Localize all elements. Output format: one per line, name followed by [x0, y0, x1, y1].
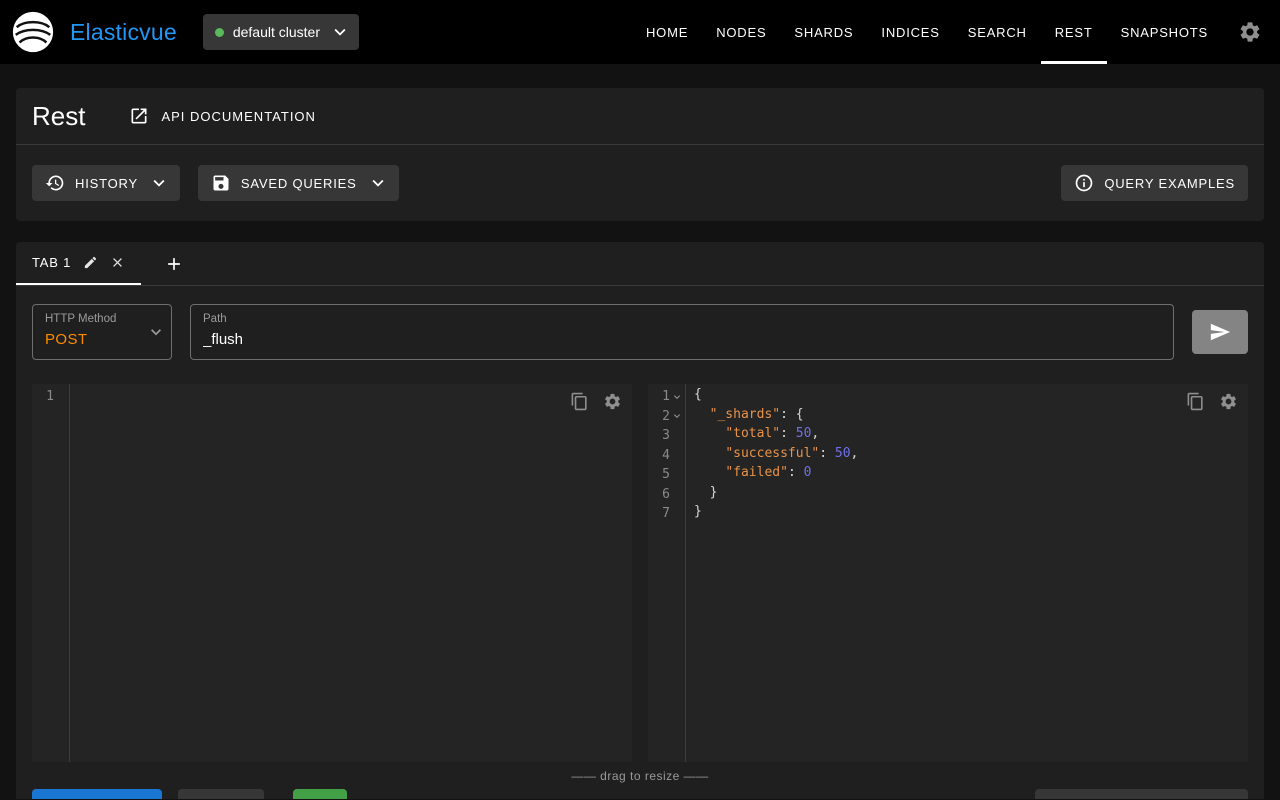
- cluster-name: default cluster: [233, 24, 320, 40]
- footer-secondary-button[interactable]: [178, 789, 264, 799]
- copy-response-button[interactable]: [1186, 392, 1205, 411]
- cluster-select-button[interactable]: default cluster: [203, 14, 359, 50]
- code-line: "failed": 0: [694, 465, 1240, 485]
- request-body-editor[interactable]: 1: [32, 384, 632, 762]
- navbar-left: Elasticvue default cluster: [10, 0, 359, 64]
- page-content: Rest API DOCUMENTATION HISTORY SAVED QUE…: [0, 64, 1280, 799]
- line-number: 2: [648, 407, 685, 427]
- code-line: "successful": 50,: [694, 446, 1240, 466]
- chevron-down-icon: [146, 322, 166, 342]
- brand-title[interactable]: Elasticvue: [70, 19, 177, 46]
- footer-buttons: [16, 789, 1264, 799]
- copy-icon: [570, 392, 589, 411]
- request-editor-actions: [570, 392, 622, 411]
- response-editor-code[interactable]: { "_shards": { "total": 50, "successful"…: [686, 384, 1248, 762]
- gear-icon: [603, 392, 622, 411]
- http-method-select[interactable]: HTTP Method POST: [32, 304, 172, 360]
- copy-icon: [1186, 392, 1205, 411]
- path-field: Path: [190, 304, 1174, 360]
- info-icon: [1074, 173, 1094, 193]
- footer-success-button[interactable]: [293, 789, 347, 799]
- code-line: "total": 50,: [694, 426, 1240, 446]
- request-editor-settings-button[interactable]: [603, 392, 622, 411]
- saved-queries-label: SAVED QUERIES: [241, 176, 357, 191]
- fold-toggle-icon[interactable]: [670, 390, 684, 404]
- gear-icon: [1238, 20, 1262, 44]
- gear-icon: [1219, 392, 1238, 411]
- chevron-down-icon: [367, 172, 389, 194]
- line-number: 6: [648, 485, 685, 505]
- nav-item-shards[interactable]: SHARDS: [780, 0, 867, 64]
- saved-queries-button[interactable]: SAVED QUERIES: [198, 165, 399, 201]
- nav-item-home[interactable]: HOME: [632, 0, 702, 64]
- copy-request-button[interactable]: [570, 392, 589, 411]
- response-editor-actions: [1186, 392, 1238, 411]
- page-header: Rest API DOCUMENTATION: [16, 88, 1264, 145]
- http-method-label: HTTP Method: [45, 312, 159, 327]
- nav-item-search[interactable]: SEARCH: [954, 0, 1041, 64]
- line-number: 1: [648, 387, 685, 407]
- plus-icon: [164, 254, 184, 274]
- line-number: 4: [648, 446, 685, 466]
- line-number: 1: [32, 387, 69, 407]
- footer-right-button[interactable]: [1035, 789, 1248, 799]
- nav-item-nodes[interactable]: NODES: [702, 0, 780, 64]
- request-editor-code[interactable]: [70, 384, 632, 762]
- close-tab-icon[interactable]: [110, 255, 125, 270]
- http-method-value: POST: [45, 331, 87, 348]
- send-icon: [1209, 321, 1231, 343]
- query-toolbar: HISTORY SAVED QUERIES QUERY EXAMPLES: [16, 145, 1264, 221]
- code-line: {: [694, 387, 1240, 407]
- settings-button[interactable]: [1232, 0, 1268, 64]
- edit-tab-icon[interactable]: [83, 255, 98, 270]
- nav-item-indices[interactable]: INDICES: [867, 0, 953, 64]
- history-label: HISTORY: [75, 176, 138, 191]
- nav-item-rest[interactable]: REST: [1041, 0, 1107, 64]
- code-line: }: [694, 504, 1240, 524]
- chevron-down-icon: [329, 21, 351, 43]
- external-link-icon: [129, 106, 149, 126]
- tab-label: TAB 1: [32, 255, 71, 270]
- chevron-down-icon: [148, 172, 170, 194]
- nav-item-snapshots[interactable]: SNAPSHOTS: [1107, 0, 1222, 64]
- rest-query-card: TAB 1 HTTP Method POST Path: [16, 242, 1264, 799]
- history-icon: [45, 173, 65, 193]
- query-examples-label: QUERY EXAMPLES: [1104, 176, 1235, 191]
- path-input[interactable]: [203, 327, 1161, 352]
- tab-bar: TAB 1: [16, 242, 1264, 286]
- response-editor-settings-button[interactable]: [1219, 392, 1238, 411]
- response-editor-gutter: 1234567: [648, 384, 686, 762]
- response-editor[interactable]: 1234567 { "_shards": { "total": 50, "suc…: [648, 384, 1248, 762]
- resize-handle[interactable]: —— drag to resize ——: [16, 762, 1264, 789]
- request-form: HTTP Method POST Path: [16, 286, 1264, 384]
- code-line: [78, 387, 624, 407]
- api-documentation-link[interactable]: API DOCUMENTATION: [129, 106, 315, 126]
- line-number: 7: [648, 504, 685, 524]
- footer-primary-button[interactable]: [32, 789, 162, 799]
- main-nav: HOME NODES SHARDS INDICES SEARCH REST SN…: [632, 0, 1222, 64]
- save-icon: [211, 173, 231, 193]
- elasticvue-logo: [10, 9, 56, 55]
- line-number: 3: [648, 426, 685, 446]
- api-documentation-label: API DOCUMENTATION: [161, 109, 315, 124]
- navbar: Elasticvue default cluster HOME NODES SH…: [0, 0, 1280, 64]
- rest-header-card: Rest API DOCUMENTATION HISTORY SAVED QUE…: [16, 88, 1264, 221]
- code-line: "_shards": {: [694, 407, 1240, 427]
- path-label: Path: [203, 312, 1161, 327]
- line-number: 5: [648, 465, 685, 485]
- add-tab-button[interactable]: [151, 242, 197, 285]
- history-button[interactable]: HISTORY: [32, 165, 180, 201]
- fold-toggle-icon[interactable]: [670, 409, 684, 423]
- cluster-status-dot: [215, 28, 224, 37]
- editors-row: 1 1234567 { "_shards": { "total": 50, "s…: [16, 384, 1264, 762]
- query-examples-button[interactable]: QUERY EXAMPLES: [1061, 165, 1248, 201]
- code-line: }: [694, 485, 1240, 505]
- tab-1[interactable]: TAB 1: [16, 242, 141, 285]
- send-request-button[interactable]: [1192, 310, 1248, 354]
- request-editor-gutter: 1: [32, 384, 70, 762]
- page-title: Rest: [32, 101, 85, 132]
